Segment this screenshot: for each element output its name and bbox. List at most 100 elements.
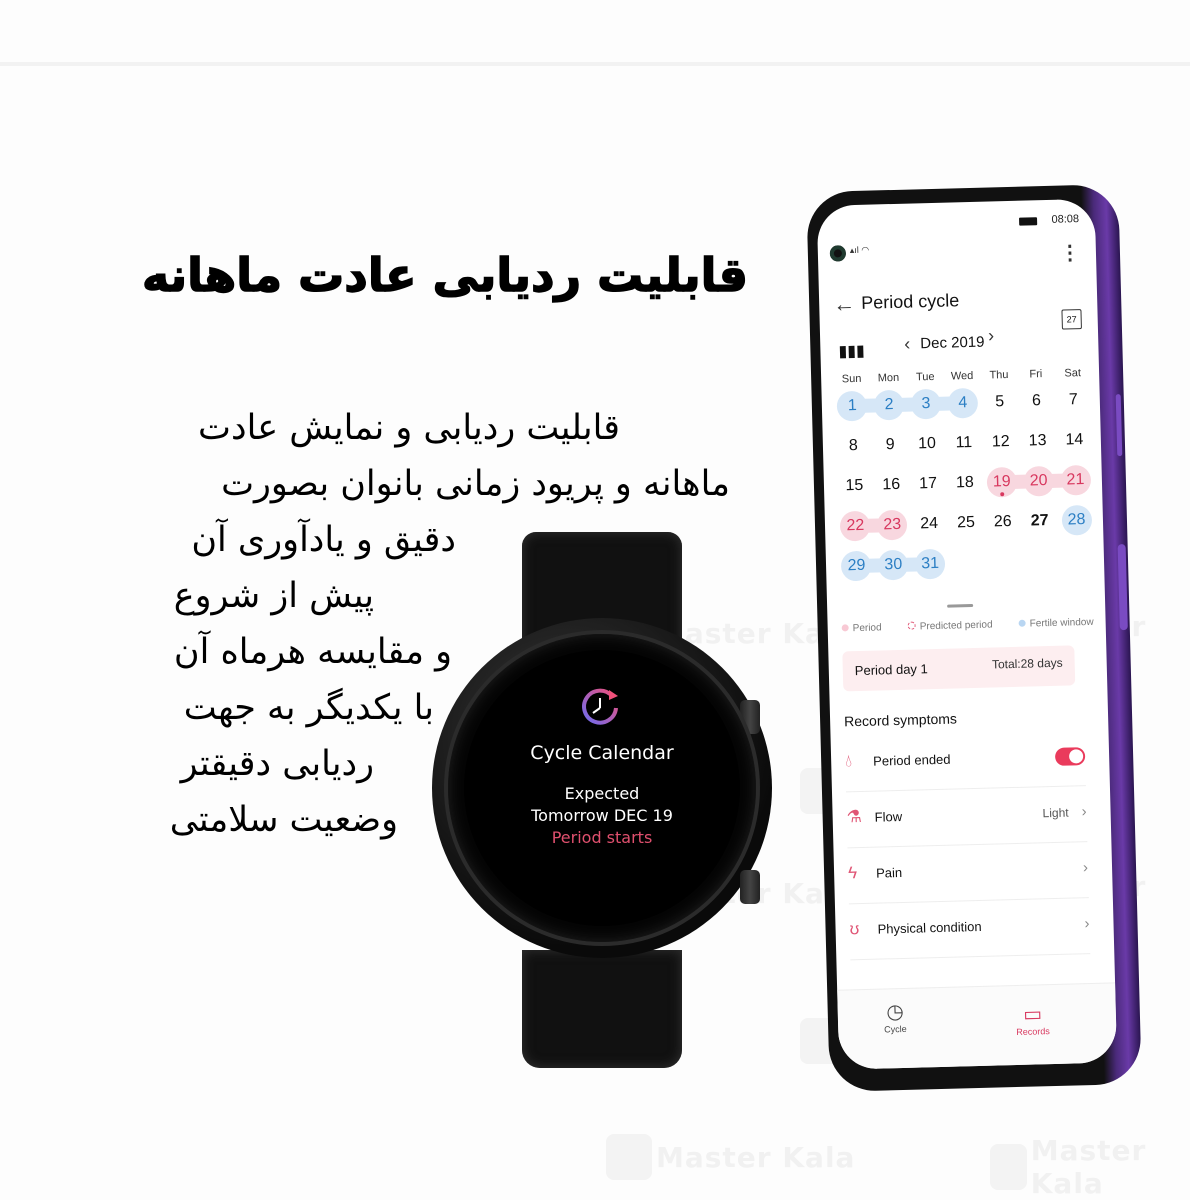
- calendar-day[interactable]: 14: [1056, 425, 1094, 456]
- flask-icon: ⚗︎: [846, 806, 863, 827]
- chevron-left-icon[interactable]: ‹: [904, 334, 911, 355]
- calendar-day[interactable]: 21: [1057, 465, 1095, 496]
- watermark: Master Kala: [606, 1134, 855, 1180]
- watch-period-starts: Period starts: [551, 828, 653, 847]
- weekday-header: Sun Mon Tue Wed Thu Fri Sat: [833, 367, 1091, 386]
- chevron-right-icon: ›: [1084, 915, 1090, 933]
- weekday-label: Fri: [1029, 368, 1043, 381]
- calendar-day[interactable]: 2: [870, 390, 908, 421]
- calendar-day[interactable]: 12: [982, 427, 1020, 458]
- today-calendar-icon[interactable]: 27: [1061, 309, 1082, 330]
- calendar-day[interactable]: 22: [837, 511, 875, 542]
- volume-button[interactable]: [1115, 394, 1123, 457]
- tab-records[interactable]: ▭ Records: [1016, 1001, 1050, 1037]
- period-summary-card: Period day 1 Total:28 days: [842, 645, 1076, 692]
- calendar-day[interactable]: 30: [875, 550, 913, 581]
- phone-screen: ▴ıl ◠ 08:08 ⋮ ← Period cycle ▮▮▮ ‹ Dec 2…: [816, 198, 1118, 1070]
- weekday-label: Mon: [877, 371, 900, 385]
- signal-wifi-icon: ▴ıl ◠: [849, 244, 870, 256]
- body-icon: ʊ: [849, 919, 860, 939]
- calendar-day[interactable]: 16: [872, 470, 910, 501]
- smartphone: ▴ıl ◠ 08:08 ⋮ ← Period cycle ▮▮▮ ‹ Dec 2…: [806, 184, 1142, 1092]
- description-line: دقیق و یادآوری آن: [191, 520, 456, 560]
- calendar-day[interactable]: 17: [909, 469, 947, 500]
- calendar-day[interactable]: 7: [1055, 385, 1093, 416]
- clock-icon: ◷: [886, 1000, 905, 1024]
- legend-predicted-period: Predicted period: [907, 620, 993, 633]
- calendar-day[interactable]: 11: [945, 428, 983, 459]
- top-divider: [0, 62, 1190, 66]
- calendar-day[interactable]: 8: [835, 431, 873, 462]
- calendar-day[interactable]: 26: [984, 507, 1022, 538]
- status-time: 08:08: [1051, 213, 1080, 226]
- bar-chart-icon[interactable]: ▮▮▮: [838, 341, 865, 362]
- calendar-day[interactable]: 19: [983, 467, 1021, 498]
- weekday-label: Thu: [989, 369, 1009, 382]
- calendar-day[interactable]: 5: [981, 387, 1019, 418]
- record-pain[interactable]: ϟ Pain ›: [847, 841, 1089, 905]
- calendar-day[interactable]: 13: [1019, 426, 1057, 457]
- calendar-day[interactable]: 9: [871, 430, 909, 461]
- description-line: با یکدیگر به جهت: [183, 688, 434, 728]
- calendar-day[interactable]: 23: [873, 510, 911, 541]
- calendar-legend: Period Predicted period Fertile window: [841, 617, 1094, 635]
- calendar-icon: ▭: [1022, 1003, 1043, 1026]
- weekday-label: Wed: [950, 369, 974, 383]
- calendar-day[interactable]: 15: [836, 471, 874, 502]
- record-physical-condition[interactable]: ʊ Physical condition ›: [848, 897, 1091, 961]
- calendar-day[interactable]: 4: [944, 388, 982, 419]
- chevron-right-icon[interactable]: ›: [988, 325, 995, 346]
- watch-expected-date: Tomorrow DEC 19: [531, 806, 673, 825]
- watch-strap-bottom: [522, 950, 682, 1068]
- drop-icon: 💧︎: [844, 751, 853, 771]
- record-period-ended[interactable]: 💧︎ Period ended: [844, 729, 1086, 793]
- front-camera: [829, 245, 847, 262]
- calendar-day[interactable]: 31: [911, 549, 949, 580]
- drag-handle[interactable]: [947, 604, 974, 608]
- watch-crown-bottom[interactable]: [740, 870, 760, 904]
- weekday-label: Sat: [1064, 367, 1082, 380]
- watch-app-title: Cycle Calendar: [530, 742, 674, 764]
- calendar-days: 1 2 3 4 5 6 7 8 9 10 11 12 13 14 15 16 17 18 19 20 21 22 23 24 2…: [834, 385, 1097, 582]
- calendar-grid: Sun Mon Tue Wed Thu Fri Sat 1 2 3 4 5 6 7 8 9 10 11 12 13 1…: [833, 367, 1096, 582]
- calendar-day[interactable]: 10: [908, 429, 946, 460]
- tab-cycle[interactable]: ◷ Cycle: [883, 999, 907, 1035]
- month-label: Dec 2019: [920, 333, 985, 353]
- calendar-day[interactable]: 28: [1058, 505, 1096, 536]
- banner-title: قابلیت ردیابی عادت ماهانه: [141, 247, 749, 303]
- description-line: وضعیت سلامتی: [169, 800, 398, 840]
- more-vertical-icon[interactable]: ⋮: [1060, 242, 1081, 265]
- period-ended-toggle[interactable]: [1054, 747, 1086, 766]
- calendar-day[interactable]: 29: [838, 551, 876, 582]
- calendar-day[interactable]: 1: [834, 391, 872, 422]
- cycle-clock-icon: [582, 688, 618, 725]
- weekday-label: Tue: [915, 370, 935, 384]
- battery-icon: [1019, 217, 1038, 226]
- bottom-tab-bar: ◷ Cycle ▭ Records: [837, 982, 1118, 1070]
- flow-value: Light: [1042, 805, 1069, 821]
- description-line: ماهانه و پریود زمانی بانوان بصورت: [221, 464, 730, 504]
- calendar-day[interactable]: 3: [907, 389, 945, 420]
- description-line: و مقایسه هرماه آن: [173, 632, 452, 672]
- watch-screen[interactable]: Cycle Calendar Expected Tomorrow DEC 19 …: [464, 650, 740, 926]
- power-button[interactable]: [1117, 543, 1128, 631]
- calendar-day[interactable]: 27: [1021, 506, 1059, 537]
- calendar-day[interactable]: 18: [946, 468, 984, 499]
- description-line: پیش از شروع: [173, 576, 374, 616]
- record-flow[interactable]: ⚗︎ Flow Light ›: [845, 785, 1088, 849]
- weekday-label: Sun: [841, 372, 862, 386]
- watch-expected-label: Expected: [564, 784, 640, 803]
- cycle-total: Total:28 days: [991, 655, 1063, 672]
- description-line: ردیابی دقیقتر: [180, 744, 374, 784]
- legend-fertile-window: Fertile window: [1018, 617, 1094, 630]
- watermark: Master Kala: [990, 1134, 1190, 1200]
- lightning-icon: ϟ: [847, 863, 858, 883]
- arrow-left-icon[interactable]: ←: [833, 291, 856, 318]
- calendar-day[interactable]: 25: [947, 508, 985, 539]
- calendar-day[interactable]: 20: [1020, 466, 1058, 497]
- calendar-day[interactable]: 6: [1018, 386, 1056, 417]
- legend-period: Period: [841, 622, 882, 634]
- chevron-right-icon: ›: [1082, 859, 1089, 877]
- record-symptoms-heading: Record symptoms: [843, 710, 958, 730]
- calendar-day[interactable]: 24: [910, 509, 948, 540]
